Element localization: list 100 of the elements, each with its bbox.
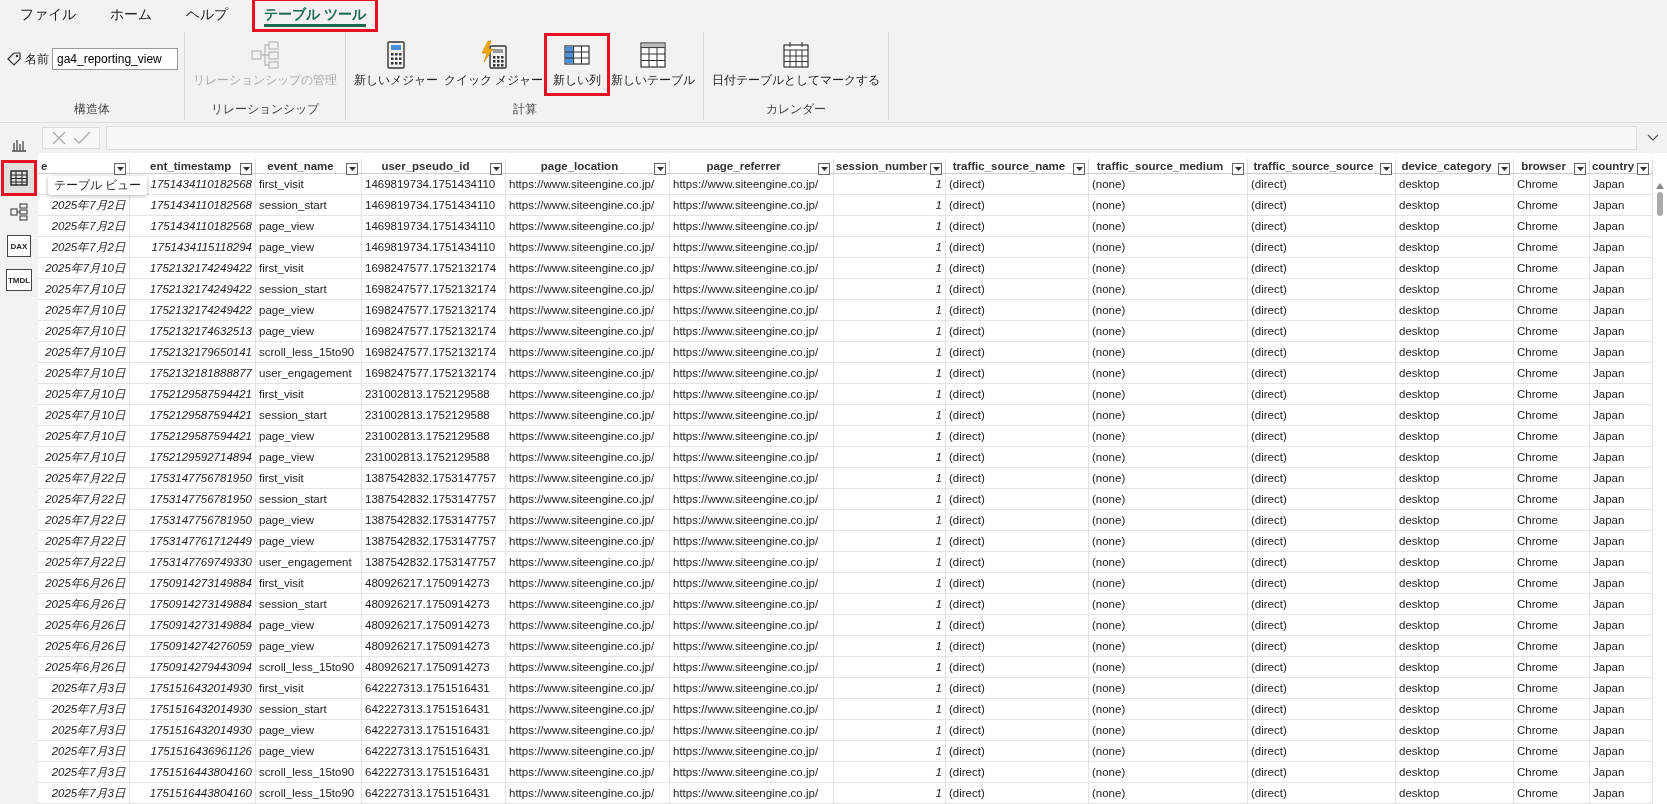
filter-dropdown-button[interactable] bbox=[114, 163, 126, 175]
table-cell: Chrome bbox=[1517, 682, 1558, 694]
table-cell: scroll_less_15to90 bbox=[259, 661, 355, 673]
table-cell: (none) bbox=[1092, 598, 1126, 610]
filter-dropdown-button[interactable] bbox=[1073, 163, 1085, 175]
filter-dropdown-button[interactable] bbox=[654, 163, 666, 175]
table-cell: 2025年6月26日 bbox=[45, 619, 126, 631]
table-cell: (direct) bbox=[949, 556, 985, 568]
table-cell: page_view bbox=[259, 745, 314, 757]
table-cell: 642227313.1751516431 bbox=[365, 766, 490, 778]
table-cell: 1753147756781950 bbox=[149, 472, 252, 484]
table-cell: (none) bbox=[1092, 325, 1126, 337]
group-label: 計算 bbox=[511, 101, 538, 118]
table-cell: (none) bbox=[1092, 220, 1126, 232]
table-cell: 1 bbox=[935, 535, 942, 547]
table-cell: 2025年7月10日 bbox=[45, 325, 126, 337]
table-cell: 1753147756781950 bbox=[149, 493, 252, 505]
table-cell: 2025年7月10日 bbox=[45, 451, 126, 463]
table-cell: (none) bbox=[1092, 199, 1126, 211]
table-cell: https://www.siteengine.co.jp/ bbox=[509, 724, 655, 736]
table-cell: Chrome bbox=[1517, 556, 1558, 568]
menu-tab[interactable]: ヘルプ bbox=[178, 0, 248, 30]
table-cell: Japan bbox=[1593, 325, 1625, 337]
table-cell: page_view bbox=[259, 724, 314, 736]
table-cell: https://www.siteengine.co.jp/ bbox=[673, 241, 819, 253]
column-header: ent_timestamp bbox=[150, 160, 232, 172]
filter-dropdown-button[interactable] bbox=[1498, 163, 1510, 175]
table-cell: Chrome bbox=[1517, 640, 1558, 652]
table-cell: (direct) bbox=[949, 493, 985, 505]
filter-dropdown-button[interactable] bbox=[1637, 163, 1649, 175]
table-cell: Chrome bbox=[1517, 577, 1558, 589]
table-cell: https://www.siteengine.co.jp/ bbox=[673, 178, 819, 190]
table-cell: 1750914274276059 bbox=[149, 640, 252, 652]
table-cell: 1698247577.1752132174 bbox=[365, 325, 497, 337]
table-cell: (none) bbox=[1092, 577, 1126, 589]
table-cell: 1387542832.1753147757 bbox=[365, 556, 497, 568]
caret-icon bbox=[932, 167, 940, 171]
table-cell: 1 bbox=[935, 619, 942, 631]
table-cell: https://www.siteengine.co.jp/ bbox=[509, 409, 655, 421]
table-cell: 1 bbox=[935, 514, 942, 526]
formula-field[interactable] bbox=[106, 126, 1637, 150]
ribbon-button[interactable]: 新しい列 bbox=[547, 36, 608, 93]
scroll-up-icon[interactable] bbox=[1656, 183, 1664, 189]
chevron-down-icon[interactable] bbox=[1647, 134, 1659, 142]
table-cell: https://www.siteengine.co.jp/ bbox=[509, 493, 655, 505]
caret-icon bbox=[1500, 167, 1508, 171]
table-cell: Chrome bbox=[1517, 388, 1558, 400]
ribbon-button[interactable]: 日付テーブルとしてマークする bbox=[710, 36, 883, 93]
table-cell: (none) bbox=[1092, 304, 1126, 316]
table-cell: 1 bbox=[935, 493, 942, 505]
table-cell: 1752129587594421 bbox=[149, 409, 252, 421]
table-cell: Japan bbox=[1593, 724, 1625, 736]
filter-dropdown-button[interactable] bbox=[930, 163, 942, 175]
table-cell: 642227313.1751516431 bbox=[365, 724, 490, 736]
filter-dropdown-button[interactable] bbox=[490, 163, 502, 175]
table-cell: https://www.siteengine.co.jp/ bbox=[673, 472, 819, 484]
filter-dropdown-button[interactable] bbox=[1574, 163, 1586, 175]
table-cell: (none) bbox=[1092, 661, 1126, 673]
scroll-thumb[interactable] bbox=[1657, 192, 1663, 216]
table-cell: desktop bbox=[1399, 661, 1440, 673]
filter-dropdown-button[interactable] bbox=[346, 163, 358, 175]
ribbon-button[interactable]: クイック メジャー bbox=[442, 36, 546, 93]
table-cell: 1750914273149884 bbox=[149, 619, 252, 631]
table-cell: desktop bbox=[1399, 787, 1440, 799]
table-cell: Chrome bbox=[1517, 367, 1558, 379]
table-cell: 1 bbox=[935, 787, 942, 799]
table-cell: Japan bbox=[1593, 178, 1625, 190]
ribbon-button[interactable]: 新しいメジャー bbox=[352, 36, 440, 93]
column-header: event_name bbox=[267, 160, 334, 172]
ribbon-button[interactable]: 新しいテーブル bbox=[609, 36, 698, 93]
table-cell: desktop bbox=[1399, 199, 1440, 211]
table-cell: (none) bbox=[1092, 178, 1126, 190]
filter-dropdown-button[interactable] bbox=[240, 163, 252, 175]
table-cell: https://www.siteengine.co.jp/ bbox=[673, 367, 819, 379]
table-cell: page_view bbox=[259, 451, 314, 463]
table-cell: https://www.siteengine.co.jp/ bbox=[673, 682, 819, 694]
table-cell: Japan bbox=[1593, 745, 1625, 757]
filter-dropdown-button[interactable] bbox=[818, 163, 830, 175]
name-field[interactable]: ga4_reporting_view bbox=[52, 48, 178, 70]
table-cell: (direct) bbox=[949, 220, 985, 232]
table-cell: Chrome bbox=[1517, 787, 1558, 799]
table-cell: Chrome bbox=[1517, 598, 1558, 610]
menu-tab[interactable]: ファイル bbox=[12, 0, 96, 30]
table-cell: 231002813.1752129588 bbox=[365, 451, 490, 463]
column-header: user_pseudo_id bbox=[381, 160, 470, 172]
menu-tab[interactable]: テーブル ツール bbox=[254, 0, 376, 30]
table-cell: https://www.siteengine.co.jp/ bbox=[509, 199, 655, 211]
table-cell: https://www.siteengine.co.jp/ bbox=[509, 598, 655, 610]
table-cell: (direct) bbox=[949, 409, 985, 421]
view-button[interactable] bbox=[4, 163, 34, 193]
group-label: リレーションシップ bbox=[210, 101, 321, 118]
table-cell: 1469819734.1751434110 bbox=[365, 199, 496, 211]
table-cell: (direct) bbox=[949, 682, 985, 694]
group-label: 構造体 bbox=[73, 101, 111, 118]
table-cell: 1751516432014930 bbox=[149, 703, 252, 715]
menu-tab[interactable]: ホーム bbox=[102, 0, 172, 30]
filter-dropdown-button[interactable] bbox=[1380, 163, 1392, 175]
filter-dropdown-button[interactable] bbox=[1232, 163, 1244, 175]
table-cell: Japan bbox=[1593, 556, 1625, 568]
table-cell: scroll_less_15to90 bbox=[259, 346, 355, 358]
